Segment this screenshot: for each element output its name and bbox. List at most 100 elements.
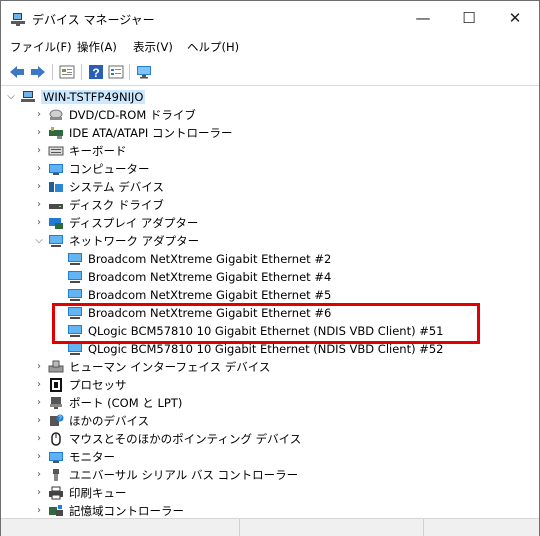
computer-icon [21,90,35,102]
tree-item-usb[interactable]: › ユニバーサル シリアル バス コントローラー [33,466,298,483]
tree-root[interactable]: ⌵ WIN-TSTFP49NIJO [5,88,146,105]
tree-item-storage[interactable]: › 記憶域コントローラー [33,502,184,519]
tree-item-keyboard[interactable]: › キーボード [33,142,127,159]
chevron-right-icon[interactable]: › [33,376,45,393]
network-card-icon [68,270,82,283]
tree-item-hid[interactable]: › ヒューマン インターフェイス デバイス [33,358,270,375]
computer-icon [49,163,63,175]
chevron-right-icon[interactable]: › [33,214,45,231]
chevron-down-icon[interactable]: ⌵ [33,232,45,249]
device-tree: ⌵ WIN-TSTFP49NIJO › DVD/CD-ROM ドライブ › ID… [1,86,539,518]
dvd-drive-icon [49,109,63,120]
chevron-right-icon[interactable]: › [33,142,45,159]
tree-item-monitor[interactable]: › モニター [33,448,115,465]
status-bar-divider [239,519,240,536]
tree-item-label: プロセッサ [69,377,127,392]
tree-item-label: キーボード [69,143,127,158]
usb-icon [53,468,59,481]
print-queue-icon [49,486,63,499]
chevron-right-icon[interactable]: › [33,502,45,519]
status-bar-divider [423,519,424,536]
tree-item-print[interactable]: › 印刷キュー [33,484,127,501]
ide-controller-icon [49,126,63,139]
display-adapter-icon [49,217,63,229]
tree-item-port[interactable]: › ポート (COM と LPT) [33,394,182,411]
help-icon[interactable]: ? [88,64,104,80]
menu-action[interactable]: 操作(A) [77,39,117,55]
chevron-right-icon[interactable]: › [33,358,45,375]
tree-item-label: ヒューマン インターフェイス デバイス [69,359,271,374]
chevron-right-icon[interactable]: › [33,484,45,501]
tree-item-dvd[interactable]: › DVD/CD-ROM ドライブ [33,106,196,123]
tree-item-label: ユニバーサル シリアル バス コントローラー [69,467,299,482]
forward-arrow-icon[interactable] [30,64,46,80]
chevron-right-icon[interactable]: › [33,430,45,447]
properties-icon[interactable] [59,64,75,80]
chevron-right-icon[interactable]: › [33,196,45,213]
network-adapter-label: Broadcom NetXtreme Gigabit Ethernet #4 [88,269,332,284]
chevron-right-icon[interactable]: › [33,448,45,465]
chevron-right-icon[interactable]: › [33,394,45,411]
network-card-icon [68,252,82,265]
menu-view[interactable]: 表示(V) [133,39,173,55]
chevron-down-icon[interactable]: ⌵ [5,88,17,105]
tree-item-network[interactable]: ⌵ ネットワーク アダプター [33,232,199,249]
tree-item-disk[interactable]: › ディスク ドライブ [33,196,164,213]
close-button[interactable]: ✕ [492,1,538,35]
maximize-button[interactable]: ☐ [446,1,492,35]
device-manager-window: デバイス マネージャー — ☐ ✕ ファイル(F) 操作(A) 表示(V) ヘル… [0,0,540,536]
tree-item-label: 記憶域コントローラー [69,503,184,518]
tree-item-label: システム デバイス [69,179,164,194]
tree-item-processor[interactable]: › プロセッサ [33,376,127,393]
tree-item-mouse[interactable]: › マウスとそのほかのポインティング デバイス [33,430,301,447]
toolbar: ? [1,59,539,86]
monitor-icon [49,451,63,463]
mouse-icon [51,431,61,446]
network-card-icon [68,288,82,301]
tree-item-label: ポート (COM と LPT) [69,395,183,410]
hid-icon [48,360,64,372]
tree-item-label: ディスク ドライブ [69,197,164,212]
toolbar-separator [81,64,82,80]
network-adapter-item[interactable]: Broadcom NetXtreme Gigabit Ethernet #5 [67,286,331,303]
chevron-right-icon[interactable]: › [33,466,45,483]
back-arrow-icon[interactable] [9,64,25,80]
tree-item-ide[interactable]: › IDE ATA/ATAPI コントローラー [33,124,232,141]
chevron-right-icon[interactable]: › [33,178,45,195]
highlight-box [52,303,480,344]
chevron-right-icon[interactable]: › [33,160,45,177]
svg-text:?: ? [92,66,99,80]
minimize-button[interactable]: — [400,1,446,35]
storage-controller-icon [49,504,63,516]
disk-drive-icon [49,203,63,209]
chevron-right-icon[interactable]: › [33,124,45,141]
tree-item-system[interactable]: › システム デバイス [33,178,164,195]
chevron-right-icon[interactable]: › [33,106,45,123]
system-device-icon [49,181,63,192]
view-icon[interactable] [108,64,124,80]
other-device-icon: ? [50,414,64,426]
tree-item-label: 印刷キュー [69,485,127,500]
keyboard-icon [48,146,64,155]
tree-item-other[interactable]: › ? ほかのデバイス [33,412,149,429]
tree-item-label: DVD/CD-ROM ドライブ [69,107,196,122]
menu-help[interactable]: ヘルプ(H) [187,39,239,55]
port-icon [50,396,62,409]
device-manager-icon [11,13,25,26]
tree-item-label: ディスプレイ アダプター [69,215,199,230]
title-bar[interactable]: デバイス マネージャー — ☐ ✕ [1,1,539,35]
tree-item-label: コンピューター [69,161,150,176]
menu-file[interactable]: ファイル(F) [10,39,72,55]
status-bar [1,518,539,536]
monitor-icon[interactable] [136,64,152,80]
menu-bar: ファイル(F) 操作(A) 表示(V) ヘルプ(H) [1,35,539,57]
tree-item-label: モニター [69,449,115,464]
network-adapter-label: Broadcom NetXtreme Gigabit Ethernet #2 [88,251,332,266]
tree-item-label: ネットワーク アダプター [69,233,200,248]
chevron-right-icon[interactable]: › [33,412,45,429]
network-adapter-item[interactable]: Broadcom NetXtreme Gigabit Ethernet #4 [67,268,331,285]
network-adapter-item[interactable]: Broadcom NetXtreme Gigabit Ethernet #2 [67,250,331,267]
tree-item-display[interactable]: › ディスプレイ アダプター [33,214,198,231]
window-title: デバイス マネージャー [32,13,155,27]
tree-item-computer[interactable]: › コンピューター [33,160,150,177]
